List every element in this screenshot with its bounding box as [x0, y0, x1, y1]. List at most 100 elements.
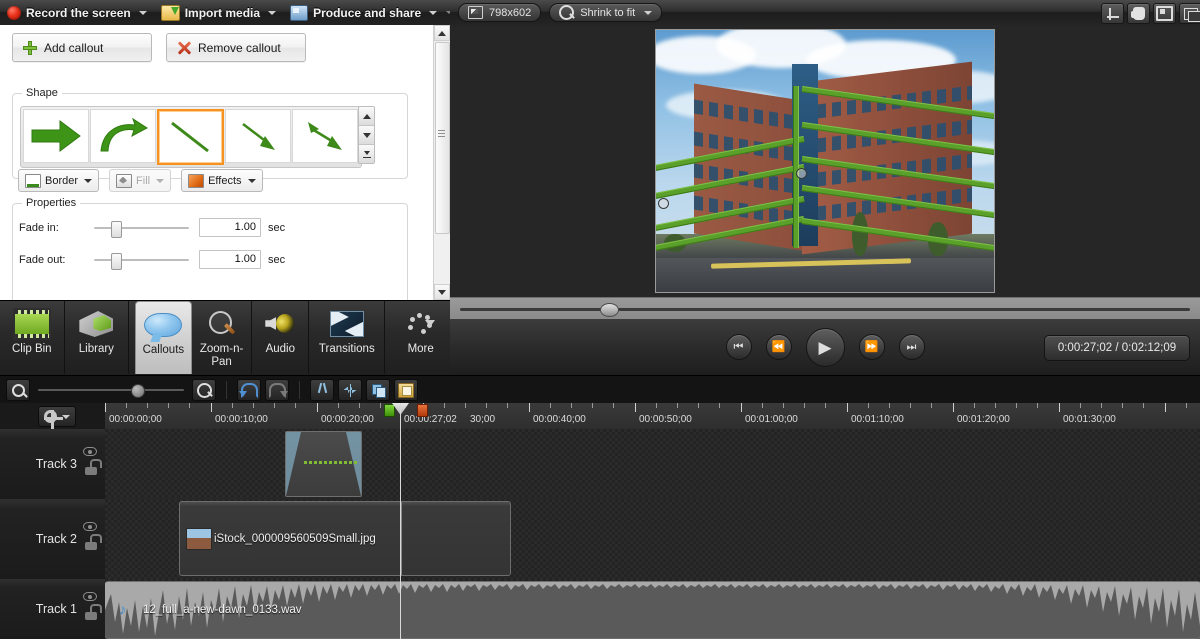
- shape-thick-arrow-right[interactable]: [23, 109, 89, 163]
- clip-split-line[interactable]: [401, 502, 402, 575]
- paste-icon: [398, 383, 414, 398]
- detach-window-button[interactable]: [1179, 3, 1200, 24]
- track-header-track-1[interactable]: Track 1: [0, 579, 105, 639]
- lock-open-icon[interactable]: [85, 464, 97, 475]
- slider-thumb[interactable]: [111, 221, 122, 238]
- shape-scroll-down-button[interactable]: [359, 126, 374, 145]
- callout-vertical-line[interactable]: [793, 86, 799, 248]
- effects-button[interactable]: Effects: [181, 169, 262, 192]
- fade-in-slider[interactable]: [94, 221, 189, 235]
- track-area-track-3[interactable]: [105, 429, 1200, 500]
- shape-curved-arrow[interactable]: [90, 109, 156, 163]
- playhead[interactable]: [400, 403, 401, 639]
- fade-in-unit: sec: [268, 222, 285, 234]
- timeline-ruler[interactable]: 00:00:00;00 00:00:10;00 00:00:20;00 00:0…: [105, 403, 1200, 430]
- timeline-toolbar: [0, 375, 1200, 404]
- shape-gallery[interactable]: [20, 106, 362, 168]
- cut-button[interactable]: [310, 379, 334, 401]
- add-callout-button[interactable]: Add callout: [12, 33, 152, 62]
- chevron-down-icon[interactable]: [156, 179, 164, 183]
- fill-button[interactable]: Fill: [109, 169, 171, 192]
- audio-clip[interactable]: ♪ 12_full_a-new-dawn_0133.wav: [105, 581, 1200, 639]
- zoom-out-button[interactable]: [6, 379, 30, 401]
- preview-canvas[interactable]: [655, 29, 995, 293]
- undo-button[interactable]: [237, 379, 261, 401]
- track-area-track-2[interactable]: iStock_000009560509Small.jpg: [105, 499, 1200, 580]
- callout-handle[interactable]: [796, 168, 807, 179]
- fade-out-slider[interactable]: [94, 253, 189, 267]
- fade-out-input[interactable]: 1.00: [199, 250, 261, 269]
- fade-in-handle[interactable]: [286, 432, 301, 496]
- canvas-dimensions-button[interactable]: 798x602: [458, 3, 541, 22]
- scroll-up-button[interactable]: [434, 25, 450, 41]
- copy-button[interactable]: [366, 379, 390, 401]
- timeline-options-button[interactable]: [38, 406, 76, 427]
- tab-clip-bin[interactable]: Clip Bin: [0, 301, 65, 374]
- fit-screen-button[interactable]: [1153, 3, 1176, 24]
- play-button[interactable]: ▶: [806, 328, 845, 367]
- paste-button[interactable]: [394, 379, 418, 401]
- tab-library[interactable]: Library: [65, 301, 130, 374]
- more-dots-icon: [405, 307, 437, 341]
- zoom-slider-thumb[interactable]: [131, 384, 145, 398]
- panel-vertical-scrollbar[interactable]: [433, 25, 450, 300]
- lock-open-icon[interactable]: [85, 609, 97, 620]
- shape-double-arrow-line[interactable]: [292, 109, 358, 163]
- tab-transitions[interactable]: Transitions: [309, 301, 385, 374]
- tab-audio-label: Audio: [266, 343, 295, 356]
- chevron-down-icon[interactable]: [429, 11, 437, 15]
- shape-expand-button[interactable]: [359, 145, 374, 163]
- selection-out-marker[interactable]: [417, 404, 428, 417]
- tab-zoom-n-pan[interactable]: Zoom-n-Pan: [192, 301, 253, 374]
- split-button[interactable]: [338, 379, 362, 401]
- jump-to-start-button[interactable]: ⏮: [726, 334, 752, 360]
- lock-open-icon[interactable]: [85, 539, 97, 550]
- fade-in-input[interactable]: 1.00: [199, 218, 261, 237]
- import-media-button[interactable]: Import media: [154, 0, 283, 25]
- rewind-button[interactable]: ⏪: [766, 334, 792, 360]
- record-the-screen-button[interactable]: Record the screen: [0, 0, 154, 25]
- produce-and-share-button[interactable]: Produce and share: [283, 0, 444, 25]
- crop-button[interactable]: [1101, 3, 1124, 24]
- eye-icon[interactable]: [83, 592, 97, 601]
- tab-more[interactable]: More: [391, 301, 450, 374]
- track-header-track-3[interactable]: Track 3: [0, 429, 105, 500]
- eye-icon[interactable]: [83, 522, 97, 531]
- ruler-label: 00:00:10;00: [215, 414, 268, 425]
- chevron-down-icon[interactable]: [139, 11, 147, 15]
- redo-button[interactable]: [265, 379, 289, 401]
- zoom-in-button[interactable]: [192, 379, 216, 401]
- pan-button[interactable]: [1127, 3, 1150, 24]
- border-button[interactable]: Border: [18, 169, 99, 192]
- single-arrow-line-icon: [235, 119, 281, 153]
- preview-scrubber[interactable]: [450, 297, 1200, 321]
- chevron-down-icon[interactable]: [268, 11, 276, 15]
- slider-thumb[interactable]: [111, 253, 122, 270]
- fast-forward-button[interactable]: ⏩: [859, 334, 885, 360]
- tab-audio[interactable]: Audio: [252, 301, 309, 374]
- tab-callouts[interactable]: Callouts: [135, 301, 192, 374]
- image-clip[interactable]: iStock_000009560509Small.jpg: [179, 501, 511, 576]
- timeline-zoom-slider[interactable]: [38, 380, 184, 400]
- track-header-track-2[interactable]: Track 2: [0, 499, 105, 580]
- zoom-mode-dropdown[interactable]: Shrink to fit: [549, 3, 662, 22]
- chevron-down-icon[interactable]: [84, 179, 92, 183]
- shape-scroll-up-button[interactable]: [359, 107, 374, 126]
- selection-in-marker[interactable]: [384, 404, 395, 417]
- shape-gallery-scrollbar[interactable]: [358, 106, 375, 164]
- scrubber-thumb[interactable]: [600, 303, 619, 317]
- effects-icon: [188, 174, 204, 188]
- callout-handle[interactable]: [658, 198, 669, 209]
- scroll-down-button[interactable]: [434, 284, 450, 300]
- track-area-track-1[interactable]: ♪ 12_full_a-new-dawn_0133.wav: [105, 579, 1200, 639]
- callout-clip[interactable]: [285, 431, 362, 497]
- eye-icon[interactable]: [83, 447, 97, 456]
- scrollbar-thumb[interactable]: [435, 42, 450, 234]
- jump-to-end-button[interactable]: ⏭: [899, 334, 925, 360]
- shape-single-arrow-line[interactable]: [225, 109, 291, 163]
- remove-callout-button[interactable]: Remove callout: [166, 33, 306, 62]
- track-1-label: Track 1: [36, 602, 77, 616]
- chevron-down-icon[interactable]: [248, 179, 256, 183]
- shape-plain-line[interactable]: [157, 109, 225, 165]
- callouts-panel-body: Add callout Remove callout Shape: [0, 25, 434, 300]
